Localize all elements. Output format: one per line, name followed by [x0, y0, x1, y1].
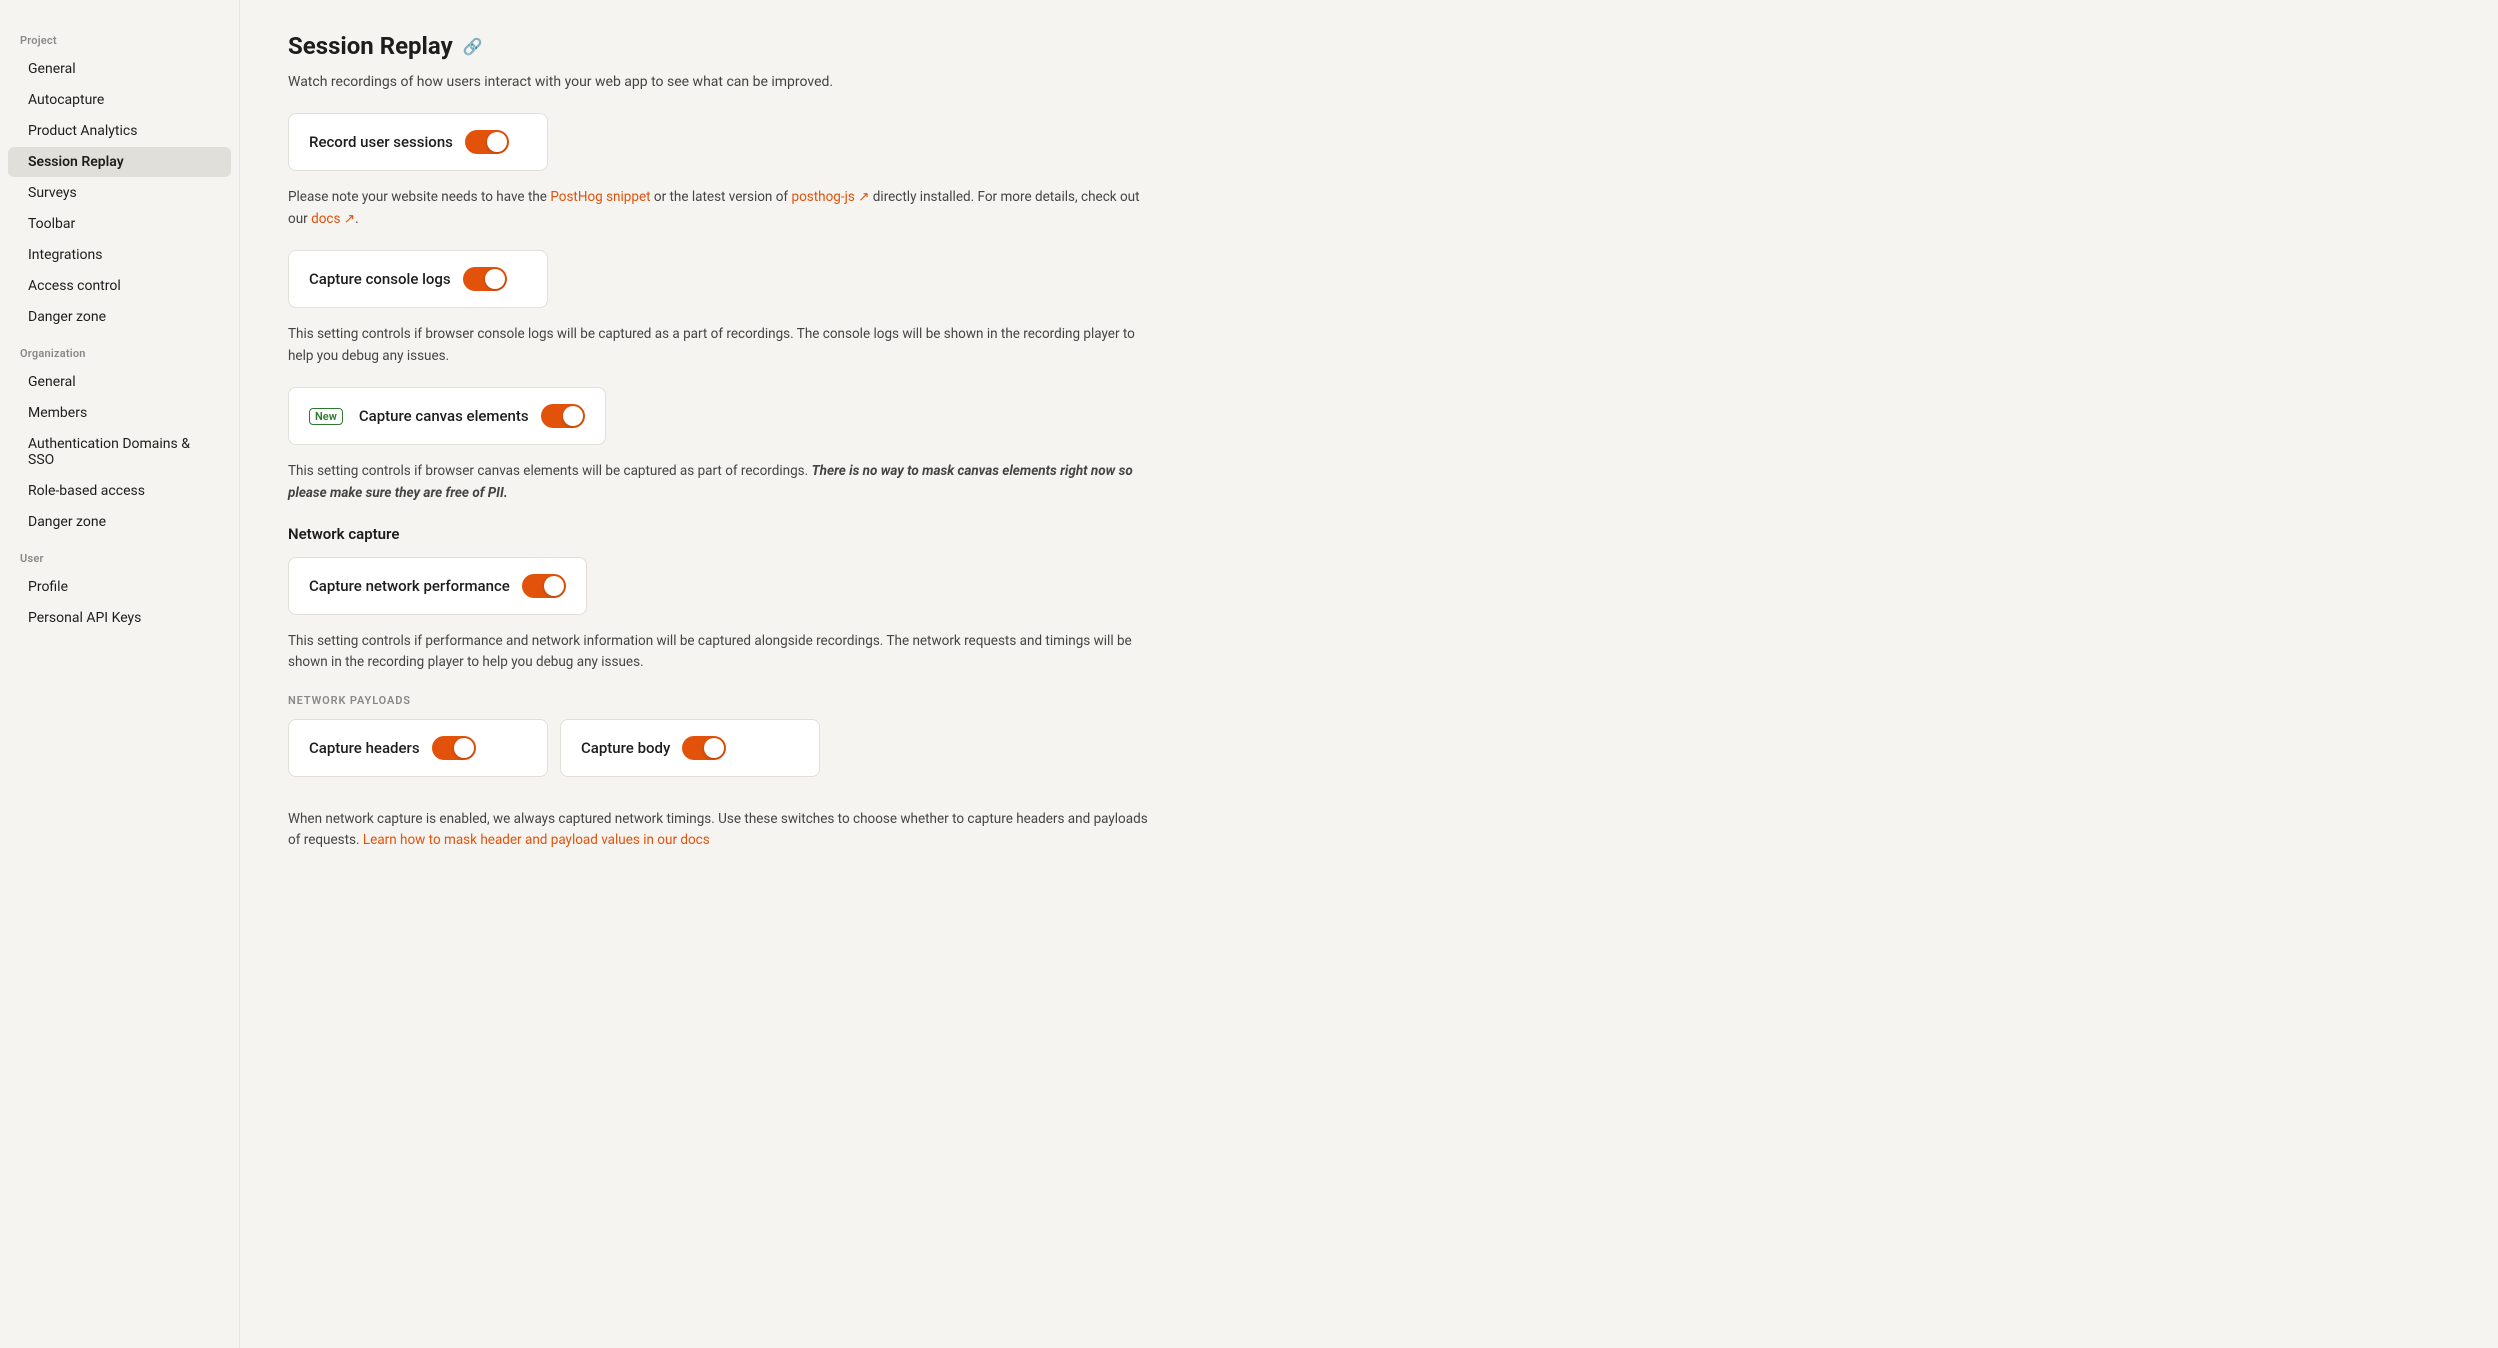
sidebar-item-api-keys[interactable]: Personal API Keys: [8, 603, 231, 633]
sidebar-item-integrations[interactable]: Integrations: [8, 240, 231, 270]
network-payloads-label: NETWORK PAYLOADS: [288, 694, 1152, 707]
sidebar-item-danger-zone-org[interactable]: Danger zone: [8, 507, 231, 537]
page-description: Watch recordings of how users interact w…: [288, 72, 1152, 93]
sidebar-item-session-replay[interactable]: Session Replay: [8, 147, 231, 177]
page-header: Session Replay 🔗: [288, 32, 1152, 60]
sidebar-item-auth-sso[interactable]: Authentication Domains & SSO: [8, 429, 231, 475]
capture-network-card: Capture network performance: [288, 557, 587, 615]
capture-network-toggle[interactable]: [522, 574, 566, 598]
canvas-desc: This setting controls if browser canvas …: [288, 461, 1148, 504]
network-capture-section: Network capture: [288, 525, 1152, 543]
docs-link[interactable]: docs ↗: [311, 211, 355, 227]
posthog-js-link[interactable]: posthog-js ↗: [791, 189, 869, 205]
capture-headers-toggle[interactable]: [432, 736, 476, 760]
sidebar-item-role-based-access[interactable]: Role-based access: [8, 476, 231, 506]
new-badge: New: [309, 408, 343, 425]
capture-console-card: Capture console logs: [288, 250, 548, 308]
capture-network-label: Capture network performance: [309, 577, 510, 595]
sidebar-item-org-general[interactable]: General: [8, 367, 231, 397]
sidebar-item-general[interactable]: General: [8, 54, 231, 84]
sidebar-item-toolbar[interactable]: Toolbar: [8, 209, 231, 239]
capture-canvas-toggle[interactable]: [541, 404, 585, 428]
capture-body-label: Capture body: [581, 739, 670, 757]
link-icon[interactable]: 🔗: [463, 37, 483, 56]
sidebar-item-autocapture[interactable]: Autocapture: [8, 85, 231, 115]
sidebar-item-members[interactable]: Members: [8, 398, 231, 428]
capture-headers-card: Capture headers: [288, 719, 548, 777]
capture-headers-label: Capture headers: [309, 739, 420, 757]
sidebar-item-profile[interactable]: Profile: [8, 572, 231, 602]
payloads-toggle-row: Capture headers Capture body: [288, 719, 1152, 793]
record-sessions-label: Record user sessions: [309, 133, 453, 151]
capture-canvas-card: New Capture canvas elements: [288, 387, 606, 445]
record-sessions-toggle[interactable]: [465, 130, 509, 154]
sidebar-item-danger-zone-project[interactable]: Danger zone: [8, 302, 231, 332]
organization-section-label: Organization: [0, 333, 239, 366]
capture-body-toggle[interactable]: [682, 736, 726, 760]
capture-console-label: Capture console logs: [309, 270, 451, 288]
sidebar: Project GeneralAutocaptureProduct Analyt…: [0, 0, 240, 1348]
sidebar-item-product-analytics[interactable]: Product Analytics: [8, 116, 231, 146]
page-title: Session Replay: [288, 32, 453, 60]
capture-canvas-label: Capture canvas elements: [359, 407, 529, 425]
posthog-snippet-link[interactable]: PostHog snippet: [550, 189, 650, 205]
project-section-label: Project: [0, 20, 239, 53]
record-sessions-card: Record user sessions: [288, 113, 548, 171]
capture-console-toggle[interactable]: [463, 267, 507, 291]
console-desc: This setting controls if browser console…: [288, 324, 1148, 367]
payloads-desc: When network capture is enabled, we alwa…: [288, 809, 1148, 852]
sidebar-item-surveys[interactable]: Surveys: [8, 178, 231, 208]
sidebar-item-access-control[interactable]: Access control: [8, 271, 231, 301]
user-section-label: User: [0, 538, 239, 571]
posthog-note: Please note your website needs to have t…: [288, 187, 1148, 230]
capture-body-card: Capture body: [560, 719, 820, 777]
payloads-docs-link[interactable]: Learn how to mask header and payload val…: [363, 832, 710, 848]
main-content: Session Replay 🔗 Watch recordings of how…: [240, 0, 1200, 1348]
network-desc: This setting controls if performance and…: [288, 631, 1148, 674]
